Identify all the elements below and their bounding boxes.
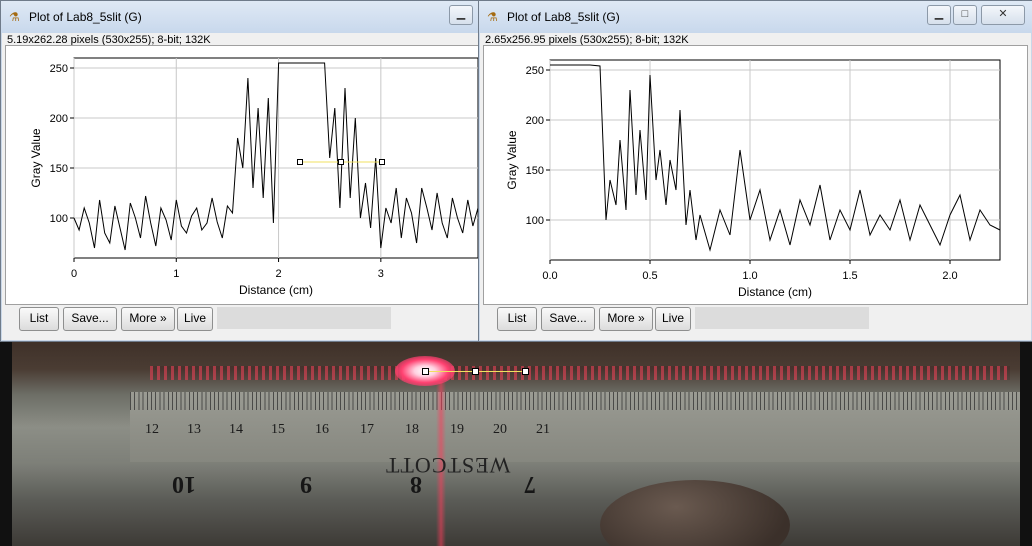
image-border-right [1020, 330, 1032, 546]
selection-handle [338, 159, 344, 165]
ruler-number: 12 [145, 422, 159, 437]
x-tick-label: 0.0 [542, 270, 557, 282]
status-field [695, 307, 869, 329]
minimize-icon[interactable]: ▁ [927, 5, 951, 25]
x-tick-label: 1.5 [842, 270, 857, 282]
selection-handle [297, 159, 303, 165]
y-tick-label: 100 [50, 213, 68, 225]
x-tick-label: 2.0 [942, 270, 957, 282]
y-tick-label: 150 [50, 163, 68, 175]
more-button[interactable]: More » [121, 307, 175, 331]
maximize-icon[interactable]: □ [953, 5, 977, 25]
y-tick-label: 250 [50, 63, 68, 75]
imagej-microscope-icon: ⚗ [487, 10, 498, 24]
selection-handle[interactable] [472, 368, 479, 375]
profile-plot[interactable]: 0.0 0.5 1.0 1.5 2.0 100 150 200 250 Distance (cm)… [483, 45, 1028, 305]
minimize-icon[interactable]: ▁ [449, 5, 473, 25]
status-field [217, 307, 391, 329]
imagej-microscope-icon: ⚗ [9, 10, 20, 24]
laser-fringe-pattern [150, 366, 1010, 380]
ruler-big-number: 9 [300, 471, 312, 497]
selection-handle [379, 159, 385, 165]
y-tick-label: 100 [526, 215, 544, 227]
plot-window-1: ⚗ Plot of Lab8_5slit (G) ▁ 5.19x262.28 p… [0, 0, 486, 342]
save-button[interactable]: Save... [541, 307, 595, 331]
ruler-number: 17 [360, 422, 374, 437]
selection-handle[interactable] [522, 368, 529, 375]
ruler-number: 16 [315, 422, 329, 437]
plot-window-2: ⚗ Plot of Lab8_5slit (G) ▁ □ ✕ 2.65x256.… [478, 0, 1032, 342]
profile-chart: 0.0 0.5 1.0 1.5 2.0 100 150 200 250 Distance (cm)… [505, 59, 1001, 299]
list-button[interactable]: List [19, 307, 59, 331]
ruler-photo: 12 13 14 15 16 17 18 19 20 21 10 9 WESTC… [0, 330, 1032, 546]
ruler-number: 20 [493, 422, 507, 437]
y-axis-label: Gray Value [505, 130, 519, 189]
x-tick-label: 2 [275, 268, 281, 280]
x-tick-label: 3 [378, 268, 384, 280]
live-button[interactable]: Live [177, 307, 213, 331]
x-tick-label: 0 [71, 268, 77, 280]
profile-chart: 0 1 2 3 100 150 200 250 Distance (cm) Gray Value [29, 57, 479, 297]
window-title: Plot of Lab8_5slit (G) [29, 10, 142, 24]
x-tick-label: 0.5 [642, 270, 657, 282]
y-tick-label: 200 [526, 115, 544, 127]
ruler-number: 19 [450, 422, 464, 437]
ruler-number: 13 [187, 422, 201, 437]
ruler-brand: WESTCOTT [385, 453, 511, 478]
image-border-left [0, 330, 12, 546]
title-bar[interactable]: ⚗ Plot of Lab8_5slit (G) ▁ □ ✕ [479, 1, 1032, 33]
ruler-ticks [130, 392, 1030, 410]
save-button[interactable]: Save... [63, 307, 117, 331]
x-tick-label: 1.0 [742, 270, 757, 282]
list-button[interactable]: List [497, 307, 537, 331]
close-icon[interactable]: ✕ [981, 5, 1025, 25]
selection-handle[interactable] [422, 368, 429, 375]
ruler-number: 18 [405, 422, 419, 437]
y-axis-label: Gray Value [29, 128, 43, 187]
ruler-big-number: 10 [172, 471, 196, 497]
x-tick-label: 1 [173, 268, 179, 280]
thumb [600, 480, 790, 546]
profile-plot[interactable]: 0 1 2 3 100 150 200 250 Distance (cm) Gray Value [5, 45, 481, 305]
x-axis-label: Distance (cm) [239, 283, 313, 297]
ruler-big-number: 7 [524, 471, 536, 497]
y-tick-label: 200 [50, 113, 68, 125]
ruler-number: 14 [229, 422, 243, 437]
window-title: Plot of Lab8_5slit (G) [507, 10, 620, 24]
more-button[interactable]: More » [599, 307, 653, 331]
ruler-number: 15 [271, 422, 285, 437]
ruler-number: 21 [536, 422, 550, 437]
live-button[interactable]: Live [655, 307, 691, 331]
ruler-big-number: 8 [410, 471, 422, 497]
title-bar[interactable]: ⚗ Plot of Lab8_5slit (G) ▁ [1, 1, 485, 33]
x-axis-label: Distance (cm) [738, 285, 812, 299]
y-tick-label: 250 [526, 65, 544, 77]
y-tick-label: 150 [526, 165, 544, 177]
